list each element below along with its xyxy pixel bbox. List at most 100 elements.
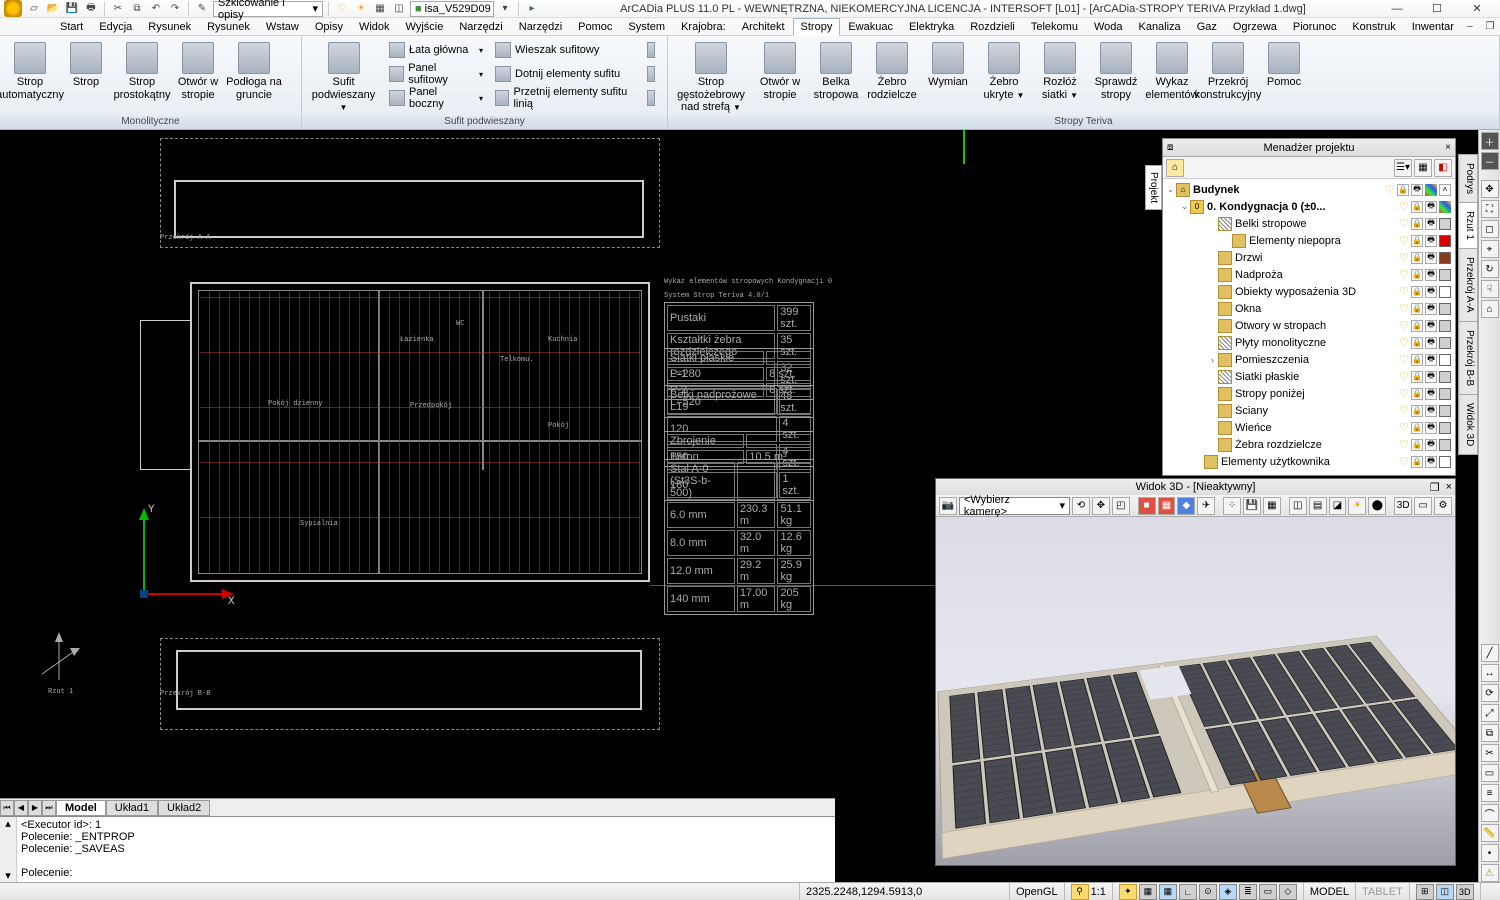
tb-minus-icon[interactable]: － bbox=[1481, 152, 1499, 170]
tb-rect-icon[interactable]: ▭ bbox=[1481, 764, 1499, 782]
tree-item[interactable]: Elementy użytkownika♡🔒🖶 bbox=[1165, 453, 1453, 470]
osnap-toggle[interactable]: ⊙ bbox=[1199, 884, 1217, 900]
lock-icon[interactable]: 🔒 bbox=[1397, 184, 1409, 196]
side-tab[interactable]: Przekrój A-A bbox=[1458, 248, 1478, 322]
view3d-close-icon[interactable]: × bbox=[1446, 481, 1452, 494]
qat-copy-icon[interactable]: ⧉ bbox=[129, 1, 145, 17]
ribbon-small-button[interactable]: Panel boczny▾ bbox=[383, 86, 489, 110]
tb-trim-icon[interactable]: ✂ bbox=[1481, 744, 1499, 762]
s1-toggle[interactable]: ⊞ bbox=[1416, 884, 1434, 900]
tb-zoomext-icon[interactable]: ⛶ bbox=[1481, 200, 1499, 218]
shade1-icon[interactable]: ■ bbox=[1138, 497, 1156, 515]
ribbon-tab[interactable]: Rysunek bbox=[199, 18, 258, 36]
tree-item[interactable]: Otwory w stropach♡🔒🖶 bbox=[1165, 317, 1453, 334]
print-icon[interactable]: 🖶 bbox=[1425, 388, 1437, 400]
qat-lock-icon[interactable]: ◫ bbox=[391, 1, 407, 17]
tree-item[interactable]: Obiekty wyposażenia 3D♡🔒🖶 bbox=[1165, 283, 1453, 300]
tree-storey[interactable]: 0. Kondygnacja 0 (±0... bbox=[1207, 201, 1399, 213]
tb-warning-icon[interactable]: ⚠ bbox=[1481, 864, 1499, 882]
ribbon-button[interactable]: Strop gęstożebrowy nad strefą ▼ bbox=[670, 38, 752, 114]
snap1-icon[interactable]: ⁘ bbox=[1223, 497, 1241, 515]
print-icon[interactable]: 🖶 bbox=[1425, 269, 1437, 281]
print-icon[interactable]: 🖶 bbox=[1411, 184, 1423, 196]
plane-icon[interactable]: ✈ bbox=[1197, 497, 1215, 515]
qat-bulb-icon[interactable]: ♡ bbox=[334, 1, 350, 17]
tree-item[interactable]: Siatki płaskie♡🔒🖶 bbox=[1165, 368, 1453, 385]
tree-item[interactable]: Okna♡🔒🖶 bbox=[1165, 300, 1453, 317]
mdi-min-icon[interactable]: – bbox=[1462, 19, 1478, 35]
command-line[interactable]: ▴▾ <Executor id>: 1 Polecenie: _ENTPROP … bbox=[0, 816, 835, 882]
tb-plus-icon[interactable]: ＋ bbox=[1481, 132, 1499, 150]
print-icon[interactable]: 🖶 bbox=[1425, 422, 1437, 434]
lock-icon[interactable]: 🔒 bbox=[1411, 235, 1423, 247]
ribbon-tab[interactable]: Narzędzi bbox=[511, 18, 570, 36]
vt3-toggle[interactable]: ◇ bbox=[1279, 884, 1297, 900]
lock-icon[interactable]: 🔒 bbox=[1411, 337, 1423, 349]
color-swatch[interactable] bbox=[1439, 337, 1451, 349]
bulb-icon[interactable]: ♡ bbox=[1399, 438, 1409, 451]
pm-vtab[interactable]: Projekt bbox=[1145, 165, 1162, 210]
tb-pan-icon[interactable]: ✥ bbox=[1481, 180, 1499, 198]
tb-measure-icon[interactable]: 📏 bbox=[1481, 824, 1499, 842]
ribbon-button[interactable]: Wymian bbox=[920, 38, 976, 114]
color-swatch[interactable] bbox=[1439, 405, 1451, 417]
ribbon-small-button[interactable] bbox=[641, 86, 665, 110]
view3d-viewport[interactable] bbox=[936, 517, 1455, 865]
tb-zoomall-icon[interactable]: ⌖ bbox=[1481, 240, 1499, 258]
maximize-button[interactable]: ☐ bbox=[1426, 1, 1448, 17]
layout-tab[interactable]: Układ2 bbox=[158, 800, 210, 816]
mdi-restore-icon[interactable]: ❐ bbox=[1482, 19, 1498, 35]
lock-icon[interactable]: 🔒 bbox=[1411, 286, 1423, 298]
ribbon-tab[interactable]: Telekomu bbox=[1023, 18, 1086, 36]
bulb-icon[interactable]: ♡ bbox=[1399, 387, 1409, 400]
tab-prev-icon[interactable]: ◀ bbox=[14, 800, 28, 816]
ribbon-small-button[interactable]: Panel sufitowy▾ bbox=[383, 62, 489, 86]
ribbon-tab[interactable]: Woda bbox=[1086, 18, 1131, 36]
human-icon[interactable]: ⚲ bbox=[1071, 884, 1089, 900]
lwt-toggle[interactable]: ≣ bbox=[1239, 884, 1257, 900]
sel-icon[interactable]: ◰ bbox=[1112, 497, 1130, 515]
ribbon-tab[interactable]: Kanaliza bbox=[1130, 18, 1188, 36]
close-button[interactable]: ✕ bbox=[1466, 1, 1488, 17]
bulb-icon[interactable]: ♡ bbox=[1399, 234, 1409, 247]
scale-label[interactable]: 1:1 bbox=[1091, 886, 1106, 898]
snap-toggle[interactable]: ✦ bbox=[1119, 884, 1137, 900]
tab-last-icon[interactable]: ⏭ bbox=[42, 800, 56, 816]
ribbon-tab[interactable]: Architekt bbox=[734, 18, 793, 36]
ribbon-tab[interactable]: Pomoc bbox=[570, 18, 620, 36]
qat-new-icon[interactable]: ▱ bbox=[26, 1, 42, 17]
ribbon-tab[interactable]: Gaz bbox=[1189, 18, 1225, 36]
ribbon-button[interactable]: Żebro rodzielcze bbox=[864, 38, 920, 114]
lock-icon[interactable]: 🔒 bbox=[1411, 388, 1423, 400]
qat-redo-icon[interactable]: ↷ bbox=[167, 1, 183, 17]
print-icon[interactable]: 🖶 bbox=[1425, 320, 1437, 332]
color-swatch[interactable] bbox=[1439, 235, 1451, 247]
lock-icon[interactable]: 🔒 bbox=[1411, 456, 1423, 468]
print-icon[interactable]: 🖶 bbox=[1425, 235, 1437, 247]
view-c-icon[interactable]: ◪ bbox=[1329, 497, 1347, 515]
view-a-icon[interactable]: ◫ bbox=[1289, 497, 1307, 515]
lock-icon[interactable]: 🔒 bbox=[1411, 439, 1423, 451]
qat-match-icon[interactable]: ✎ bbox=[194, 1, 210, 17]
pm-opts-icon[interactable]: ◧ bbox=[1434, 159, 1452, 177]
ribbon-button[interactable]: Rozłóż siatki ▼ bbox=[1032, 38, 1088, 114]
print-icon[interactable]: 🖶 bbox=[1425, 286, 1437, 298]
side-tab[interactable]: Podrys bbox=[1458, 154, 1478, 203]
print-icon[interactable]: 🖶 bbox=[1425, 371, 1437, 383]
print-icon[interactable]: 🖶 bbox=[1425, 218, 1437, 230]
ribbon-tab[interactable]: Rozdzieli bbox=[962, 18, 1023, 36]
ribbon-tab[interactable]: Inwentar bbox=[1404, 18, 1462, 36]
ribbon-tab[interactable]: Elektryka bbox=[901, 18, 962, 36]
ribbon-tab[interactable]: Edycja bbox=[91, 18, 140, 36]
tree-item[interactable]: Wieńce♡🔒🖶 bbox=[1165, 419, 1453, 436]
qat-layer-icon[interactable]: ▦ bbox=[372, 1, 388, 17]
arrows-icon[interactable]: ✥ bbox=[1092, 497, 1110, 515]
bulb-icon[interactable]: ♡ bbox=[1399, 285, 1409, 298]
pm-close-icon[interactable]: × bbox=[1445, 142, 1451, 153]
ribbon-button[interactable]: Pomoc bbox=[1256, 38, 1312, 114]
print-icon[interactable]: 🖶 bbox=[1425, 354, 1437, 366]
color-swatch[interactable] bbox=[1439, 218, 1451, 230]
lock-icon[interactable]: 🔒 bbox=[1411, 320, 1423, 332]
bulb-icon[interactable]: ♡ bbox=[1399, 268, 1409, 281]
ribbon-button[interactable]: Sprawdź stropy bbox=[1088, 38, 1144, 114]
